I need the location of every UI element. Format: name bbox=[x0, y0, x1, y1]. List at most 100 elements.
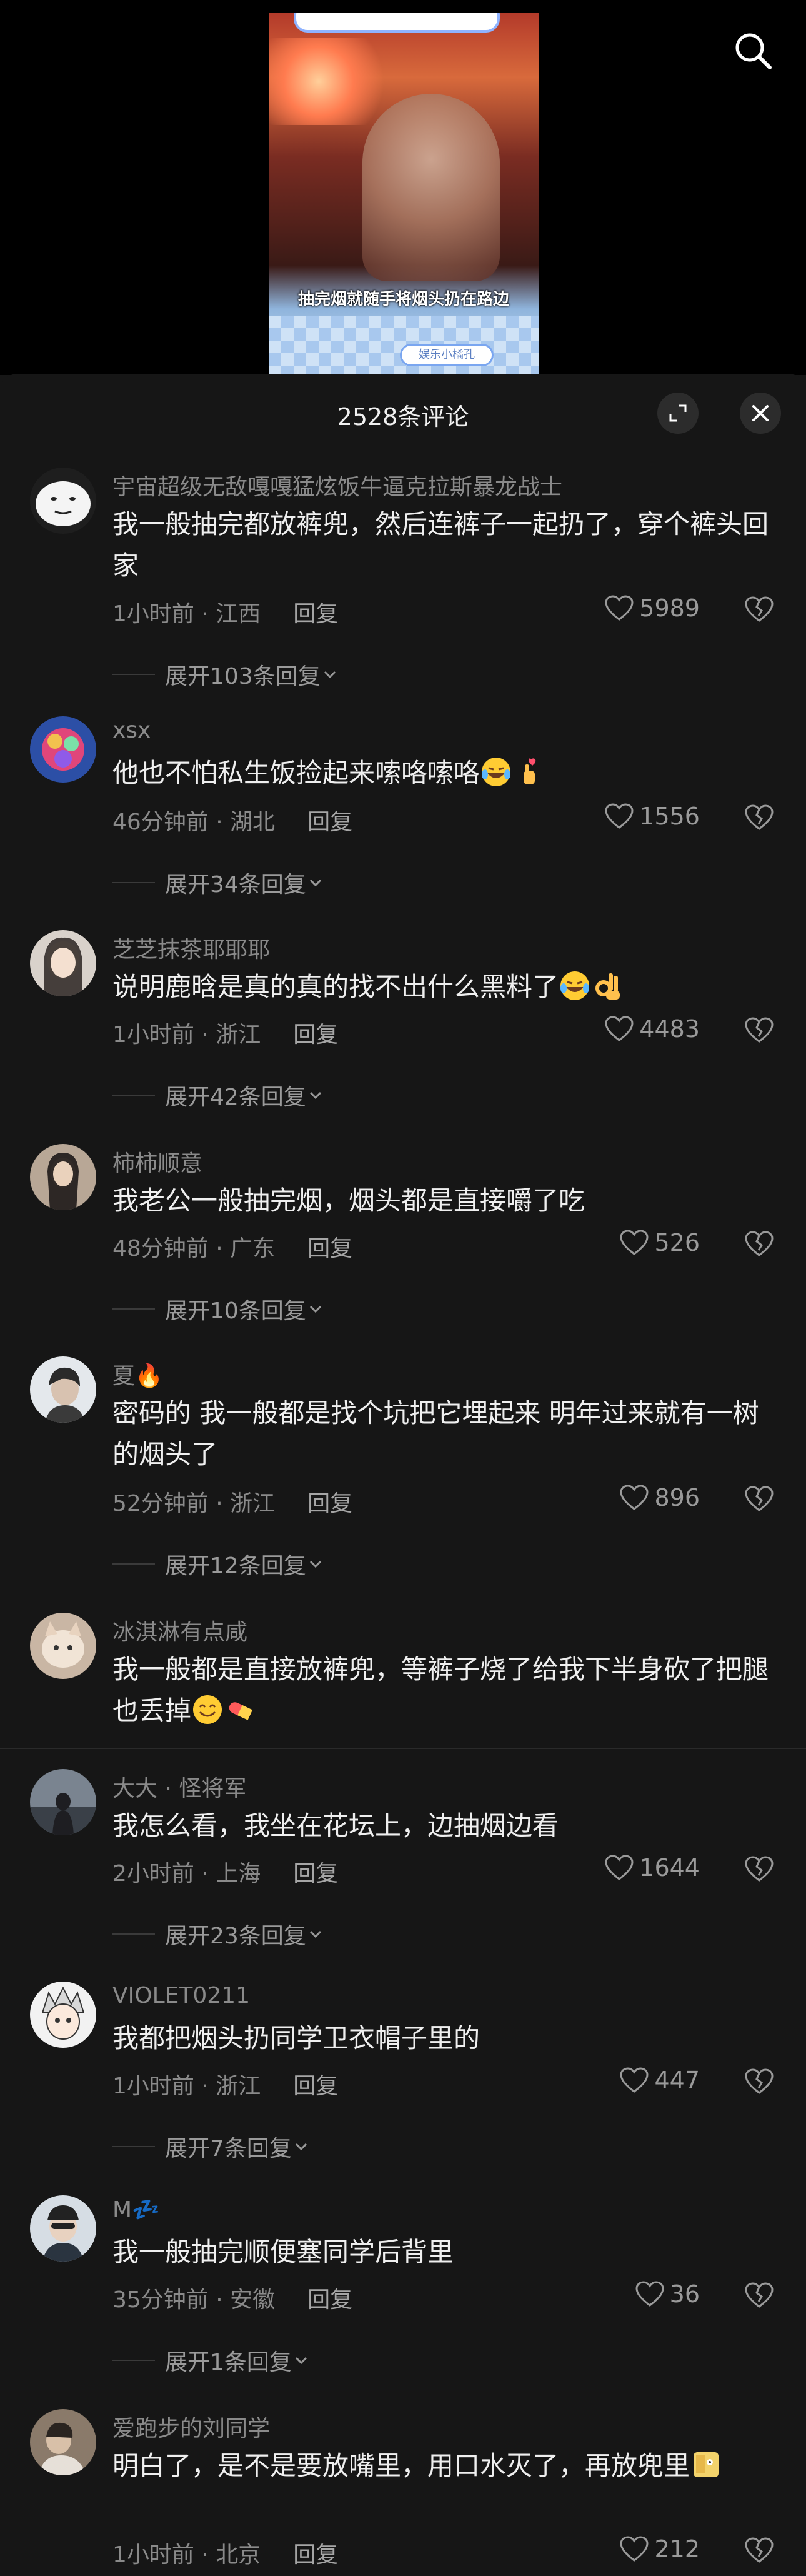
comment-text: 我都把烟头扔同学卫衣帽子里的 bbox=[112, 2023, 480, 2053]
like-button[interactable]: 212 bbox=[619, 2535, 700, 2563]
comment-time-location: 52分钟前 · 浙江 bbox=[112, 1491, 276, 1516]
comment-text: 他也不怕私生饭捡起来嗦咯嗦咯 bbox=[112, 753, 775, 794]
avatar[interactable] bbox=[30, 716, 96, 783]
like-button[interactable]: 4483 bbox=[604, 1015, 700, 1043]
expand-replies-button[interactable]: 展开23条回复 bbox=[112, 1918, 325, 1950]
username[interactable]: 夏🔥 bbox=[112, 1358, 163, 1390]
reply-button[interactable]: 回复 bbox=[307, 809, 352, 835]
comment-panel: 2528条评论 宇宙超级无敌嘎嘎猛炫饭牛逼克拉斯暴龙战士 我一般抽完都放裤兜，然… bbox=[0, 374, 806, 2576]
awkward-emoji bbox=[694, 2452, 719, 2477]
expand-replies-button[interactable]: 展开12条回复 bbox=[112, 1548, 325, 1580]
search-button[interactable] bbox=[731, 29, 776, 74]
avatar[interactable] bbox=[30, 1356, 96, 1423]
dislike-button[interactable] bbox=[744, 594, 775, 626]
expand-replies-button[interactable]: 展开42条回复 bbox=[112, 1079, 325, 1111]
expand-replies-label: 展开7条回复 bbox=[165, 2136, 292, 2162]
username[interactable]: 爱跑步的刘同学 bbox=[112, 2410, 270, 2443]
like-count: 447 bbox=[654, 2067, 700, 2094]
chevron-down-icon bbox=[295, 2357, 307, 2365]
expand-dash bbox=[112, 2146, 155, 2147]
username[interactable]: M💤 bbox=[112, 2197, 160, 2223]
dislike-button[interactable] bbox=[744, 1854, 775, 1885]
username[interactable]: 宇宙超级无敌嘎嘎猛炫饭牛逼克拉斯暴龙战士 bbox=[112, 469, 562, 501]
username[interactable]: xsx bbox=[112, 718, 151, 743]
avatar[interactable] bbox=[30, 2195, 96, 2262]
expand-dash bbox=[112, 882, 155, 883]
like-button[interactable]: 447 bbox=[619, 2067, 700, 2094]
like-count: 36 bbox=[669, 2280, 700, 2308]
like-button[interactable]: 5989 bbox=[604, 594, 700, 622]
comment-meta: 1小时前 · 浙江 回复 bbox=[112, 2068, 338, 2100]
reply-button[interactable]: 回复 bbox=[293, 1861, 338, 1887]
dislike-button[interactable] bbox=[744, 803, 775, 834]
reply-button[interactable]: 回复 bbox=[293, 2542, 338, 2568]
dislike-button[interactable] bbox=[744, 1015, 775, 1046]
avatar[interactable] bbox=[30, 1613, 96, 1679]
reply-button[interactable]: 回复 bbox=[307, 2287, 352, 2313]
heart-icon bbox=[605, 1855, 634, 1880]
chevron-down-icon bbox=[295, 2143, 307, 2151]
chevron-down-icon bbox=[324, 671, 336, 679]
comment-text: 我一般抽完顺便塞同学后背里 bbox=[112, 2237, 454, 2267]
heart-icon bbox=[635, 2281, 664, 2307]
expand-replies-label: 展开103条回复 bbox=[165, 664, 321, 689]
reply-button[interactable]: 回复 bbox=[293, 1022, 338, 1048]
expand-replies-button[interactable]: 展开103条回复 bbox=[112, 658, 339, 691]
like-button[interactable]: 36 bbox=[635, 2280, 700, 2308]
like-button[interactable]: 896 bbox=[619, 1484, 700, 1511]
expand-replies-button[interactable]: 展开1条回复 bbox=[112, 2344, 311, 2377]
comment-meta: 48分钟前 · 广东 回复 bbox=[112, 1230, 352, 1263]
comment-time-location: 1小时前 · 浙江 bbox=[112, 2073, 261, 2099]
avatar[interactable] bbox=[30, 1144, 96, 1210]
broken-heart-icon bbox=[745, 1486, 774, 1511]
finger-heart-emoji bbox=[524, 758, 536, 784]
expand-replies-button[interactable]: 展开10条回复 bbox=[112, 1293, 325, 1325]
dislike-button[interactable] bbox=[744, 1229, 775, 1260]
ok-hand-emoji bbox=[595, 973, 620, 1000]
like-button[interactable]: 526 bbox=[619, 1229, 700, 1256]
thumbnail-banner bbox=[294, 13, 500, 33]
comment-text: 我怎么看，我坐在花坛上，边抽烟边看 bbox=[112, 1810, 559, 1841]
dislike-button[interactable] bbox=[744, 1484, 775, 1515]
heart-icon bbox=[620, 2067, 649, 2093]
username[interactable]: 冰淇淋有点咸 bbox=[112, 1614, 247, 1646]
close-panel-button[interactable] bbox=[740, 393, 781, 434]
expand-replies-button[interactable]: 展开7条回复 bbox=[112, 2130, 311, 2163]
expand-replies-label: 展开1条回复 bbox=[165, 2350, 292, 2375]
avatar[interactable] bbox=[30, 468, 96, 534]
avatar[interactable] bbox=[30, 1982, 96, 2048]
expand-replies-label: 展开42条回复 bbox=[165, 1085, 306, 1110]
comment-time-location: 1小时前 · 浙江 bbox=[112, 1022, 261, 1048]
expand-replies-button[interactable]: 展开34条回复 bbox=[112, 866, 325, 899]
avatar[interactable] bbox=[30, 2409, 96, 2475]
username[interactable]: 柿柿顺意 bbox=[112, 1145, 202, 1178]
comment-time-location: 35分钟前 · 安徽 bbox=[112, 2287, 276, 2313]
reply-button[interactable]: 回复 bbox=[307, 1236, 352, 1261]
expand-icon bbox=[669, 404, 687, 422]
video-thumbnail[interactable]: 抽完烟就随手将烟头扔在路边 娱乐小橘孔 bbox=[269, 13, 539, 374]
expand-dash bbox=[112, 1933, 155, 1935]
thumbnail-light bbox=[269, 38, 394, 125]
comment-time-location: 1小时前 · 北京 bbox=[112, 2542, 261, 2568]
chevron-down-icon bbox=[309, 879, 321, 887]
pill-emoji bbox=[229, 1702, 253, 1720]
dislike-button[interactable] bbox=[744, 2535, 775, 2567]
broken-heart-icon bbox=[745, 2068, 774, 2094]
reply-button[interactable]: 回复 bbox=[307, 1491, 352, 1516]
avatar[interactable] bbox=[30, 930, 96, 996]
thumbnail-person bbox=[362, 94, 500, 281]
section-divider bbox=[0, 1748, 806, 1749]
username[interactable]: 大大 · 怪将军 bbox=[112, 1770, 246, 1803]
dislike-button[interactable] bbox=[744, 2280, 775, 2312]
reply-button[interactable]: 回复 bbox=[293, 2073, 338, 2099]
like-button[interactable]: 1644 bbox=[604, 1854, 700, 1882]
username[interactable]: 芝芝抹茶耶耶耶 bbox=[112, 931, 270, 964]
reply-button[interactable]: 回复 bbox=[293, 601, 338, 627]
expand-panel-button[interactable] bbox=[657, 393, 699, 434]
video-area[interactable]: 抽完烟就随手将烟头扔在路边 娱乐小橘孔 bbox=[0, 0, 806, 375]
username[interactable]: VIOLET0211 bbox=[112, 1983, 250, 2008]
like-button[interactable]: 1556 bbox=[604, 803, 700, 830]
dislike-button[interactable] bbox=[744, 2067, 775, 2098]
avatar[interactable] bbox=[30, 1769, 96, 1835]
expand-dash bbox=[112, 1563, 155, 1565]
